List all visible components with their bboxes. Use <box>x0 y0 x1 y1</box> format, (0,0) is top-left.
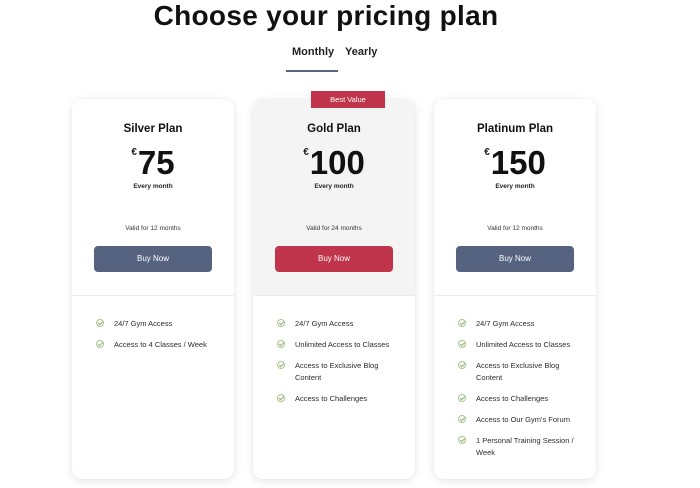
buy-now-button-gold[interactable]: Buy Now <box>275 246 393 272</box>
feature-item: 24/7 Gym Access <box>277 318 403 330</box>
plan-price: €75 <box>72 145 234 181</box>
plan-card-platinum: Platinum Plan €150 Every month Valid for… <box>434 99 596 479</box>
feature-item: Access to Challenges <box>277 393 403 405</box>
tab-monthly[interactable]: Monthly <box>292 46 334 58</box>
best-value-badge: Best Value <box>311 91 385 108</box>
plan-name: Silver Plan <box>123 123 183 135</box>
check-circle-icon <box>96 319 104 327</box>
feature-list: 24/7 Gym Access Unlimited Access to Clas… <box>277 318 403 414</box>
plan-name: Gold Plan <box>307 123 361 135</box>
check-circle-icon <box>96 340 104 348</box>
currency-symbol: € <box>303 147 309 158</box>
feature-text: 24/7 Gym Access <box>114 319 173 328</box>
validity-label: Valid for 12 months <box>125 225 181 232</box>
feature-text: Access to Our Gym's Forum <box>476 415 570 424</box>
feature-item: Unlimited Access to Classes <box>458 339 584 351</box>
check-circle-icon <box>277 340 285 348</box>
page-title: Choose your pricing plan <box>153 0 499 31</box>
feature-item: 24/7 Gym Access <box>96 318 222 330</box>
billing-period-label: Every month <box>495 183 535 190</box>
feature-text: Access to Challenges <box>295 394 368 403</box>
feature-text: Unlimited Access to Classes <box>476 340 571 349</box>
check-circle-icon <box>458 319 466 327</box>
feature-item: Unlimited Access to Classes <box>277 339 403 351</box>
feature-text: Access to Exclusive Blog Content <box>295 361 379 382</box>
feature-text: Access to Challenges <box>476 394 549 403</box>
feature-item: 24/7 Gym Access <box>458 318 584 330</box>
card-divider <box>253 295 415 296</box>
feature-text: Access to 4 Classes / Week <box>114 340 207 349</box>
feature-text: 24/7 Gym Access <box>295 319 354 328</box>
check-circle-icon <box>458 415 466 423</box>
check-circle-icon <box>277 361 285 369</box>
plan-price: €100 <box>253 145 415 181</box>
check-circle-icon <box>458 436 466 444</box>
plan-card-gold: Best Value Gold Plan €100 Every month Va… <box>253 91 415 479</box>
active-tab-indicator <box>286 70 338 72</box>
card-divider <box>72 295 234 296</box>
billing-period-tabs: Monthly Yearly <box>286 46 377 74</box>
price-amount: 150 <box>490 144 546 181</box>
plan-price: €150 <box>434 145 596 181</box>
check-circle-icon <box>458 340 466 348</box>
buy-now-button-platinum[interactable]: Buy Now <box>456 246 574 272</box>
plan-card-silver: Silver Plan €75 Every month Valid for 12… <box>72 99 234 479</box>
feature-item: Access to Our Gym's Forum <box>458 414 584 426</box>
feature-item: Access to Challenges <box>458 393 584 405</box>
billing-period-label: Every month <box>133 183 173 190</box>
card-divider <box>434 295 596 296</box>
feature-item: Access to Exclusive Blog Content <box>458 360 584 384</box>
billing-period-label: Every month <box>314 183 354 190</box>
check-circle-icon <box>277 394 285 402</box>
check-circle-icon <box>458 361 466 369</box>
plan-name: Platinum Plan <box>476 123 554 135</box>
validity-label: Valid for 24 months <box>306 225 362 232</box>
check-circle-icon <box>458 394 466 402</box>
price-amount: 100 <box>309 144 365 181</box>
price-amount: 75 <box>137 144 175 181</box>
feature-text: Access to Exclusive Blog Content <box>476 361 560 382</box>
feature-text: 24/7 Gym Access <box>476 319 535 328</box>
feature-item: Access to Exclusive Blog Content <box>277 360 403 384</box>
currency-symbol: € <box>131 147 137 158</box>
currency-symbol: € <box>484 147 490 158</box>
feature-item: Access to 4 Classes / Week <box>96 339 222 351</box>
check-circle-icon <box>277 319 285 327</box>
feature-text: Unlimited Access to Classes <box>295 340 390 349</box>
feature-item: 1 Personal Training Session / Week <box>458 435 584 459</box>
buy-now-button-silver[interactable]: Buy Now <box>94 246 212 272</box>
validity-label: Valid for 12 months <box>487 225 543 232</box>
tab-yearly[interactable]: Yearly <box>345 46 377 58</box>
feature-text: 1 Personal Training Session / Week <box>476 436 574 457</box>
feature-list: 24/7 Gym Access Unlimited Access to Clas… <box>458 318 584 468</box>
feature-list: 24/7 Gym Access Access to 4 Classes / We… <box>96 318 222 360</box>
